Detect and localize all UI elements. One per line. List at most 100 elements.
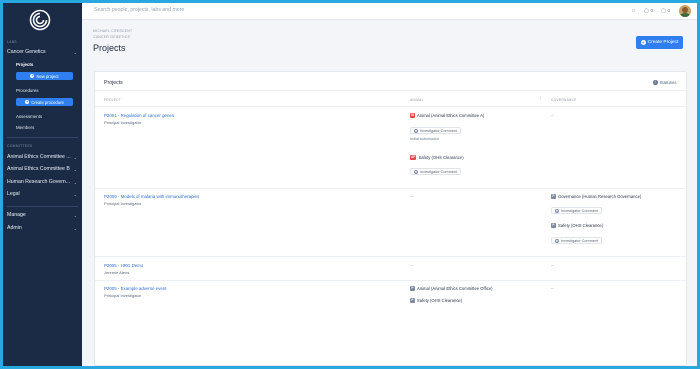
safety-review[interactable]: P Safety (OHS Clearance) bbox=[410, 298, 462, 303]
review-label: Animal (Animal Ethics Committee Office) bbox=[417, 286, 493, 291]
chevron-down-icon: ⌄ bbox=[73, 179, 77, 185]
divider bbox=[95, 90, 688, 91]
plus-icon: + bbox=[30, 74, 35, 78]
animal-empty: -- bbox=[410, 263, 413, 268]
sidebar-item-manage[interactable]: Manage ⌄ bbox=[7, 212, 77, 218]
sidebar-item-legal[interactable]: Legal ⌄ bbox=[7, 191, 77, 197]
chevron-down-icon: ⌄ bbox=[73, 212, 77, 218]
animal-review[interactable]: IS Animal (Animal Ethics Committee A) bbox=[410, 113, 484, 118]
app-frame: LABS Cancer Genetics ⌄ Projects + New pr… bbox=[3, 3, 697, 366]
animal-review[interactable]: P Animal (Animal Ethics Committee Office… bbox=[410, 286, 493, 291]
alerts-count: 0 bbox=[650, 8, 653, 13]
sidebar-item-label: Admin bbox=[7, 225, 22, 231]
avatar[interactable] bbox=[679, 5, 691, 17]
plus-icon: + bbox=[414, 169, 418, 174]
chevron-down-icon: ⌄ bbox=[73, 154, 77, 160]
sidebar-section-committees: COMMITTEES bbox=[7, 144, 33, 148]
sidebar-item-label: Human Research Govern... bbox=[7, 179, 71, 185]
sidebar-item-assessments[interactable]: Assessments bbox=[16, 114, 42, 119]
plus-icon: + bbox=[555, 238, 559, 243]
top-bar: Search people, projects, labs and more □… bbox=[82, 3, 697, 20]
project-link[interactable]: P2009 - Models of malaria with immunothe… bbox=[104, 194, 199, 199]
plus-icon: + bbox=[414, 128, 418, 133]
divider bbox=[95, 280, 688, 281]
project-link[interactable]: P2005 - HRG Demo bbox=[104, 263, 143, 268]
page-title: Projects bbox=[93, 43, 126, 53]
plus-icon: + bbox=[25, 100, 30, 104]
create-procedure-label: Create procedure bbox=[31, 99, 64, 105]
sidebar: LABS Cancer Genetics ⌄ Projects + New pr… bbox=[3, 3, 82, 366]
sidebar-item-label: Cancer Genetics bbox=[7, 49, 46, 55]
statuses-button[interactable]: i Statuses bbox=[653, 80, 677, 85]
messages-indicator[interactable]: ◯ 0 bbox=[661, 8, 670, 14]
review-label: Safety (OHS Clearance) bbox=[418, 155, 464, 160]
create-procedure-button[interactable]: + Create procedure bbox=[16, 98, 73, 106]
statuses-label: Statuses bbox=[659, 80, 677, 85]
divider bbox=[95, 256, 688, 257]
chevron-down-icon: ⌄ bbox=[73, 166, 77, 172]
review-label: Safety (OHS Clearance) bbox=[558, 223, 604, 228]
column-header-project[interactable]: PROJECT bbox=[104, 98, 121, 102]
chevron-down-icon: ⌄ bbox=[73, 225, 77, 231]
sort-arrow-icon[interactable]: ↑ bbox=[539, 95, 541, 100]
sidebar-item-committee[interactable]: Human Research Govern... ⌄ bbox=[7, 179, 77, 185]
divider bbox=[95, 188, 688, 189]
sidebar-section-labs: LABS bbox=[7, 40, 17, 44]
sidebar-item-members[interactable]: Members bbox=[16, 125, 34, 130]
sidebar-item-label: Manage bbox=[7, 212, 26, 218]
sidebar-item-projects[interactable]: Projects bbox=[16, 62, 33, 67]
bell-icon: ◯ bbox=[644, 8, 650, 13]
messages-count: 0 bbox=[667, 8, 670, 13]
status-badge: IS bbox=[410, 113, 416, 118]
column-header-governance[interactable]: GOVERNANCE bbox=[551, 98, 577, 102]
message-icon: ◯ bbox=[661, 8, 667, 13]
sidebar-item-committee[interactable]: Animal Ethics Committee B ⌄ bbox=[7, 166, 77, 172]
chevron-down-icon: ⌄ bbox=[73, 191, 77, 197]
project-link[interactable]: P2005 - Example adverse event bbox=[104, 286, 166, 291]
investigator-comment-button[interactable]: + Investigator Comment bbox=[410, 127, 462, 134]
sidebar-item-label: Animal Ethics Committee B bbox=[7, 166, 70, 172]
governance-empty: -- bbox=[551, 113, 554, 118]
investigator-comment-button[interactable]: + Investigator Comment bbox=[551, 237, 603, 244]
comment-label: Investigator Comment bbox=[561, 208, 599, 213]
review-label: Animal (Animal Ethics Committee A) bbox=[417, 113, 485, 118]
alerts-indicator[interactable]: ◯ 0 bbox=[644, 8, 653, 14]
sidebar-item-committee[interactable]: Animal Ethics Committee ... ⌄ bbox=[7, 154, 77, 160]
info-icon: i bbox=[653, 80, 658, 85]
column-header-animal[interactable]: ANIMAL bbox=[410, 98, 424, 102]
plus-icon: + bbox=[640, 40, 646, 45]
chevron-down-icon: ⌄ bbox=[73, 49, 77, 55]
breadcrumb-org[interactable]: MICHAEL CRESCENT bbox=[93, 29, 132, 33]
app-logo-icon[interactable] bbox=[29, 9, 51, 31]
sidebar-item-admin[interactable]: Admin ⌄ bbox=[7, 225, 77, 231]
create-project-label: Create Project bbox=[647, 40, 679, 45]
breadcrumb-lab[interactable]: CANCER GENETICS bbox=[93, 35, 130, 39]
status-badge: P bbox=[551, 194, 556, 199]
sidebar-item-procedures[interactable]: Procedures bbox=[16, 88, 38, 93]
project-link[interactable]: P2001 - Regulation of cancer genes bbox=[104, 113, 174, 118]
comment-label: Investigator Comment bbox=[561, 238, 599, 243]
investigator-comment-button[interactable]: + Investigator Comment bbox=[551, 207, 603, 214]
status-badge: P bbox=[410, 298, 415, 303]
divider bbox=[95, 106, 688, 107]
safety-review[interactable]: AP Safety (OHS Clearance) bbox=[410, 155, 464, 160]
calendar-icon[interactable]: □ bbox=[632, 8, 635, 13]
search-input[interactable]: Search people, projects, labs and more bbox=[94, 7, 184, 13]
project-role: Jeremie Atens bbox=[104, 270, 130, 275]
create-project-button[interactable]: + Create Project bbox=[636, 36, 683, 49]
review-label: Safety (OHS Clearance) bbox=[417, 298, 463, 303]
investigator-comment-button[interactable]: + Investigator Comment bbox=[410, 168, 462, 175]
comment-label: Investigator Comment bbox=[420, 169, 458, 174]
governance-review[interactable]: P Governance (Human Research Governance) bbox=[551, 194, 641, 199]
review-label: Governance (Human Research Governance) bbox=[558, 194, 642, 199]
animal-empty: -- bbox=[410, 194, 413, 199]
sidebar-item-label: Legal bbox=[7, 191, 20, 197]
safety-review[interactable]: P Safety (OHS Clearance) bbox=[551, 223, 603, 228]
sidebar-divider bbox=[7, 137, 78, 138]
new-project-button[interactable]: + New project bbox=[16, 72, 73, 80]
sidebar-divider bbox=[7, 206, 78, 207]
comment-label: Investigator Comment bbox=[420, 128, 458, 133]
sidebar-item-label: Animal Ethics Committee ... bbox=[7, 154, 71, 160]
project-role: Principal Investigator bbox=[104, 293, 142, 298]
sidebar-item-cancer-genetics[interactable]: Cancer Genetics ⌄ bbox=[7, 49, 77, 55]
